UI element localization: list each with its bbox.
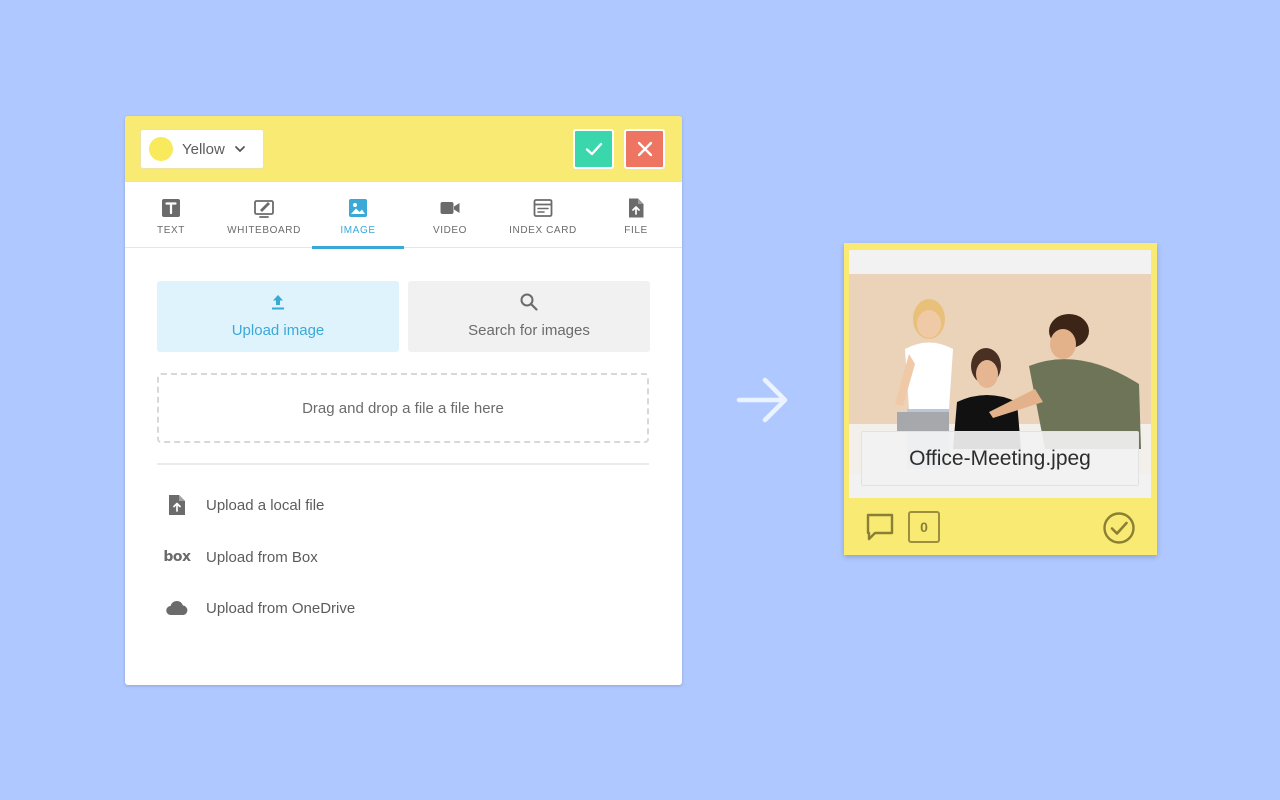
- index-card-icon: [533, 199, 553, 217]
- sticky-note-card[interactable]: Office-Meeting.jpeg 0: [844, 243, 1157, 555]
- divider: [157, 463, 649, 465]
- cloud-icon: [166, 601, 188, 616]
- tab-label: INDEX CARD: [509, 225, 577, 236]
- upload-local-file-option[interactable]: Upload a local file: [163, 490, 563, 520]
- close-icon: [637, 141, 652, 157]
- tab-label: VIDEO: [432, 225, 468, 236]
- color-select-label: Yellow: [182, 140, 225, 158]
- search-images-label: Search for images: [468, 322, 590, 339]
- video-icon: [440, 202, 460, 214]
- file-dropzone[interactable]: Drag and drop a file a file here: [157, 373, 649, 443]
- upload-option-label: Upload from OneDrive: [206, 599, 356, 617]
- tab-label: FILE: [624, 225, 648, 236]
- check-circle-icon[interactable]: [1102, 511, 1136, 545]
- search-icon: [520, 293, 538, 311]
- upload-from-box-option[interactable]: box Upload from Box: [163, 542, 563, 572]
- upload-image-label: Upload image: [231, 322, 325, 339]
- box-logo-icon: box: [163, 549, 191, 565]
- comment-icon[interactable]: [864, 511, 896, 543]
- file-icon: [629, 198, 644, 218]
- comment-count-badge: 0: [908, 511, 940, 543]
- tab-index-card[interactable]: INDEX CARD: [497, 182, 589, 248]
- whiteboard-icon: [254, 200, 274, 218]
- tab-image[interactable]: IMAGE: [312, 182, 404, 249]
- tab-text[interactable]: TEXT: [125, 182, 217, 248]
- upload-image-button[interactable]: Upload image: [157, 281, 399, 352]
- upload-icon: [272, 295, 284, 310]
- image-icon: [349, 199, 367, 217]
- chevron-down-icon: [234, 146, 245, 152]
- color-swatch: [149, 137, 173, 161]
- text-icon: [162, 199, 180, 217]
- search-images-button[interactable]: Search for images: [408, 281, 650, 352]
- tab-file[interactable]: FILE: [590, 182, 682, 248]
- tab-label: IMAGE: [340, 225, 376, 236]
- color-select[interactable]: Yellow: [140, 129, 264, 169]
- check-icon: [585, 142, 602, 156]
- upload-option-label: Upload from Box: [206, 548, 318, 566]
- file-upload-icon: [169, 495, 185, 515]
- tab-label: WHITEBOARD: [227, 225, 301, 236]
- card-footer: 0: [844, 505, 1157, 553]
- image-caption: Office-Meeting.jpeg: [861, 431, 1139, 486]
- arrow-right-icon: [736, 377, 788, 423]
- upload-option-label: Upload a local file: [206, 496, 325, 514]
- editor-header: Yellow: [125, 116, 682, 182]
- sticky-note-editor: Yellow TEXT WHITEBOARD IMAGE VIDEO INDEX…: [125, 116, 682, 685]
- content-type-tabs: TEXT WHITEBOARD IMAGE VIDEO INDEX CARD F…: [125, 182, 682, 249]
- upload-from-onedrive-option[interactable]: Upload from OneDrive: [163, 593, 563, 623]
- cancel-button[interactable]: [624, 129, 665, 169]
- tab-label: TEXT: [157, 225, 185, 236]
- tab-video[interactable]: VIDEO: [404, 182, 496, 248]
- dropzone-text: Drag and drop a file a file here: [302, 399, 504, 417]
- image-frame: Office-Meeting.jpeg: [849, 250, 1151, 498]
- confirm-button[interactable]: [573, 129, 614, 169]
- tab-whiteboard[interactable]: WHITEBOARD: [218, 182, 310, 248]
